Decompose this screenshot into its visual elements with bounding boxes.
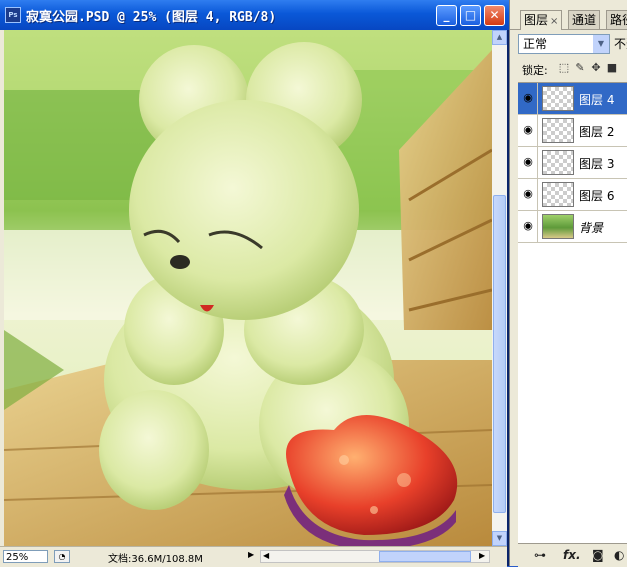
vertical-scrollbar[interactable]: ▲ ▼: [492, 30, 507, 546]
eye-icon[interactable]: ◉: [520, 90, 536, 106]
panel-tabs: 图层× 通道 路径: [510, 7, 627, 30]
layer-name: 图层 4: [579, 93, 615, 107]
layer-row[interactable]: ◉ 背景: [518, 211, 627, 243]
layer-thumbnail: [542, 214, 574, 239]
layer-thumbnail: [542, 118, 574, 143]
layer-row[interactable]: ◉ 图层 6: [518, 179, 627, 211]
scroll-right-icon[interactable]: ▶: [479, 551, 485, 560]
layer-name: 背景: [579, 221, 604, 235]
status-bar: 25% ◔ 文档:36.6M/108.8M ▶ ◀ ▶: [0, 546, 507, 567]
layer-list: ◉ 图层 4 ◉ 图层 2 ◉ 图层 3 ◉ 图层 6 ◉ 背景: [518, 82, 627, 543]
close-button[interactable]: ✕: [484, 5, 505, 26]
maximize-button[interactable]: □: [460, 5, 481, 26]
lock-move-icon[interactable]: ✥: [590, 62, 602, 74]
fx-icon[interactable]: fx.: [563, 548, 581, 562]
vertical-scroll-thumb[interactable]: [493, 195, 506, 513]
lock-all-icon[interactable]: ■: [606, 62, 618, 74]
eye-icon[interactable]: ◉: [520, 218, 536, 234]
layer-row[interactable]: ◉ 图层 2: [518, 115, 627, 147]
layer-thumbnail: [542, 182, 574, 207]
tab-layers[interactable]: 图层 ×: [520, 10, 563, 30]
layer-name: 图层 3: [579, 157, 615, 171]
horizontal-scroll-thumb[interactable]: [379, 551, 471, 562]
layer-row[interactable]: ◉ 图层 4: [518, 83, 627, 115]
close-icon[interactable]: ×: [550, 16, 558, 27]
image-canvas[interactable]: [4, 30, 492, 546]
adjustment-icon[interactable]: ◐: [614, 548, 624, 562]
title-bar[interactable]: Ps 寂寞公园.PSD @ 25% (图层 4, RGB/8) _ □ ✕: [0, 0, 509, 30]
eye-icon[interactable]: ◉: [520, 122, 536, 138]
scroll-left-icon[interactable]: ◀: [263, 551, 269, 560]
opacity-label: 不透: [614, 37, 627, 51]
link-icon[interactable]: ⊶: [534, 548, 546, 562]
layers-panel: 图层× 通道 路径 正常 ▼ 不透 锁定: ⬚ ✎ ✥ ■ ◉ 图层 4 ◉ 图…: [509, 0, 627, 567]
minimize-button[interactable]: _: [436, 5, 457, 26]
document-info: 文档:36.6M/108.8M: [108, 554, 203, 565]
eye-icon[interactable]: ◉: [520, 154, 536, 170]
horizontal-scrollbar[interactable]: ◀ ▶: [260, 550, 490, 563]
zoom-field[interactable]: 25%: [3, 550, 48, 563]
lock-label: 锁定:: [522, 64, 548, 77]
scroll-up-icon[interactable]: ▲: [492, 30, 507, 45]
bear-illustration: [4, 30, 492, 546]
status-arrow-icon[interactable]: ▶: [248, 550, 254, 559]
lock-transparency-icon[interactable]: ⬚: [558, 62, 570, 74]
tab-paths[interactable]: 路径: [606, 10, 627, 29]
scroll-down-icon[interactable]: ▼: [492, 531, 507, 546]
mask-icon[interactable]: ◙: [592, 548, 604, 562]
eye-icon[interactable]: ◉: [520, 186, 536, 202]
lock-paint-icon[interactable]: ✎: [574, 62, 586, 74]
chevron-down-icon[interactable]: ▼: [593, 35, 609, 53]
layer-name: 图层 2: [579, 125, 615, 139]
tab-channels[interactable]: 通道: [568, 10, 601, 29]
layer-thumbnail: [542, 150, 574, 175]
blend-mode-select[interactable]: 正常 ▼: [518, 34, 610, 54]
layer-row[interactable]: ◉ 图层 3: [518, 147, 627, 179]
window-title: 寂寞公园.PSD @ 25% (图层 4, RGB/8): [26, 10, 277, 25]
status-menu-icon[interactable]: ◔: [54, 550, 70, 563]
photoshop-icon[interactable]: Ps: [5, 7, 21, 23]
layer-name: 图层 6: [579, 189, 615, 203]
layers-panel-toolbar: ⊶ fx. ◙ ◐: [518, 543, 627, 567]
document-window: Ps 寂寞公园.PSD @ 25% (图层 4, RGB/8) _ □ ✕ ▲ …: [0, 0, 509, 567]
layer-thumbnail: [542, 86, 574, 111]
